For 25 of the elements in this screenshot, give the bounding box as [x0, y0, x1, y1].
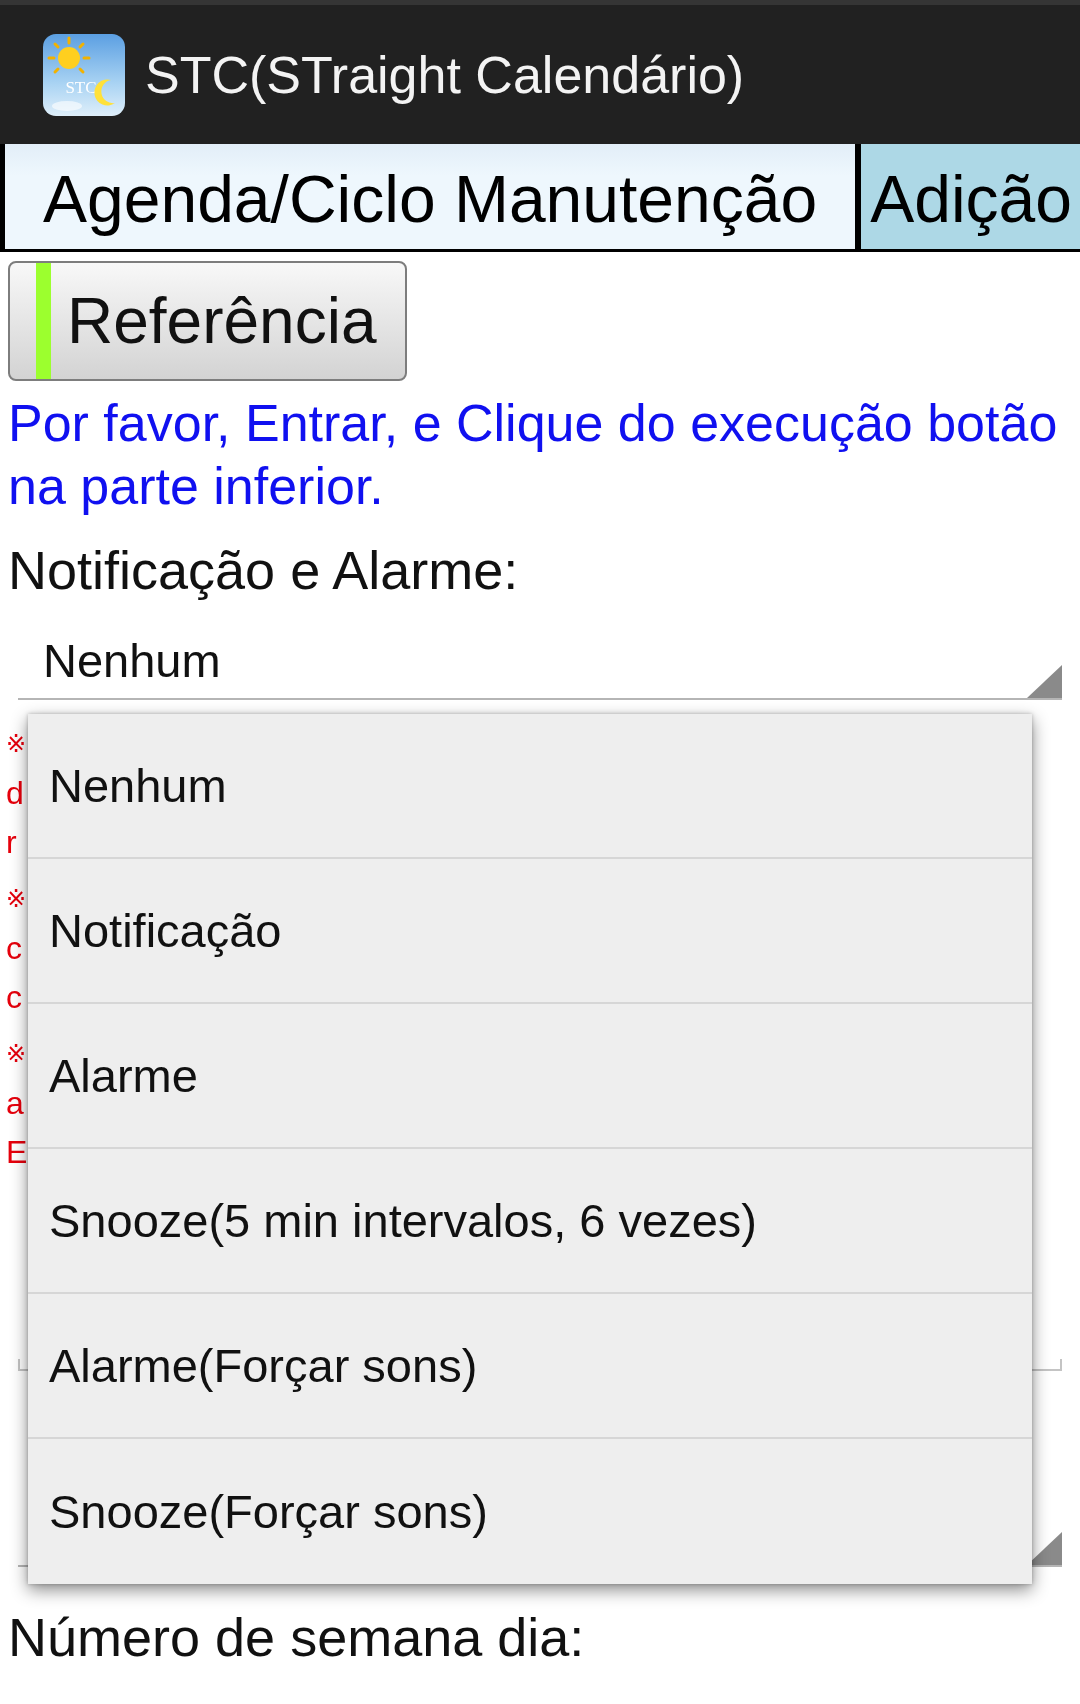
- instruction-text: Por favor, Entrar, e Clique do execução botão na parte inferior.: [8, 393, 1059, 517]
- dropdown-field[interactable]: Nenhum: [18, 610, 1062, 700]
- note-text: E: [6, 1133, 28, 1172]
- note-text: a: [6, 1084, 24, 1123]
- menu-item[interactable]: Snooze(Forçar sons): [28, 1439, 1032, 1584]
- tab[interactable]: Agenda/Ciclo Manutenção: [5, 144, 856, 249]
- app-title: STC(STraight Calendário): [145, 44, 745, 106]
- app-logo-icon: STC: [43, 33, 125, 116]
- note-text: c: [6, 978, 22, 1017]
- note-text: r: [6, 823, 17, 862]
- note-mark: ※: [6, 729, 27, 760]
- note-text: d: [6, 774, 24, 813]
- notification-label: Notificação e Alarme:: [7, 539, 519, 602]
- menu-item[interactable]: Nenhum: [28, 714, 1032, 859]
- menu-item[interactable]: Alarme: [28, 1004, 1032, 1149]
- caret-icon: [1027, 665, 1062, 698]
- menu-item[interactable]: Notificação: [28, 859, 1032, 1004]
- tab[interactable]: Adição: [861, 144, 1080, 249]
- menu-item[interactable]: Alarme(Forçar sons): [28, 1294, 1032, 1439]
- reference-button[interactable]: Referência: [8, 261, 407, 381]
- note-text: c: [6, 929, 22, 968]
- menu-item[interactable]: Snooze(5 min intervalos, 6 vezes): [28, 1149, 1032, 1294]
- note-mark: ※: [6, 1039, 27, 1070]
- note-mark: ※: [6, 884, 27, 915]
- week-day-label: Número de semana dia:: [7, 1606, 585, 1669]
